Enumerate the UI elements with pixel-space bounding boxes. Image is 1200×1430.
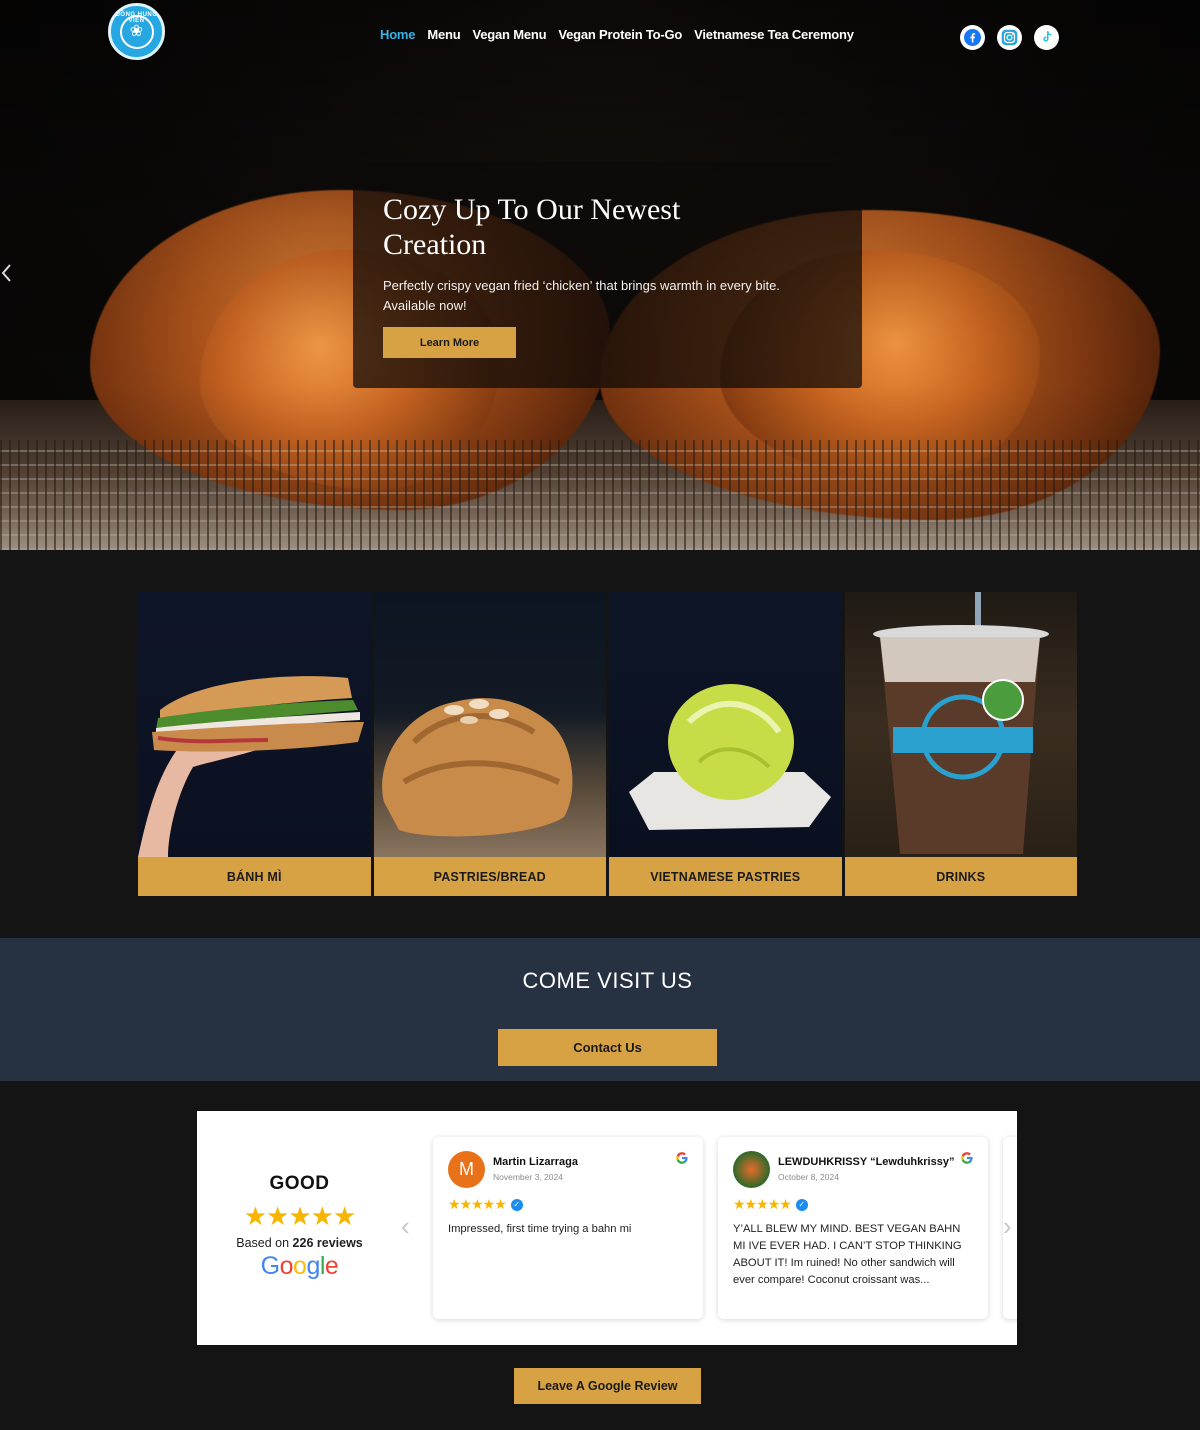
visit-section: COME VISIT US Contact Us [0, 938, 1200, 1081]
brand-logo[interactable]: ĐỒNG HUNG VIÊN ❀ [108, 3, 165, 60]
nav-vegan-menu[interactable]: Vegan Menu [472, 27, 546, 42]
verified-check-icon: ✓ [510, 1198, 523, 1211]
pastry-photo [373, 592, 606, 857]
contact-us-button[interactable]: Contact Us [498, 1029, 717, 1066]
rating-word: GOOD [269, 1173, 330, 1194]
review-stars: ★★★★★ [448, 1196, 507, 1212]
peacock-icon: ❀ [129, 22, 144, 40]
hero-description: Perfectly crispy vegan fried ‘chicken’ t… [383, 278, 780, 313]
drink-photo [844, 592, 1077, 857]
review-count: Based on 226 reviews [197, 1236, 402, 1250]
review-card: LEWDUHKRISSY “Lewduhkrissy” October 8, 2… [718, 1137, 988, 1319]
learn-more-button[interactable]: Learn More [383, 327, 516, 358]
tiktok-icon[interactable] [1034, 25, 1059, 50]
based-on-label: Based on [236, 1236, 290, 1250]
hero-banner: Cozy Up To Our Newest Creation Perfectly… [0, 0, 1200, 550]
slider-prev-icon[interactable] [0, 262, 14, 284]
logo-text: ĐỒNG HUNG VIÊN [115, 12, 158, 24]
category-label: BÁNH MÌ [138, 857, 371, 896]
category-label: VIETNAMESE PASTRIES [609, 857, 842, 896]
rating-stars: ★★★★★ [243, 1201, 357, 1231]
category-grid: BÁNH MÌ PASTRIES/BREAD VIETNAMESE PASTRI… [138, 592, 1077, 896]
google-g-icon [961, 1152, 973, 1164]
review-stars: ★★★★★ [733, 1196, 792, 1212]
category-label: PASTRIES/BREAD [373, 857, 606, 896]
reviews-next-icon[interactable]: › [1003, 1211, 1012, 1242]
category-card-vietnamese-pastries[interactable]: VIETNAMESE PASTRIES [609, 592, 842, 896]
review-text: Impressed, first time trying a bahn mi [448, 1223, 632, 1235]
google-reviews-widget: GOOD ★★★★★ Based on 226 reviews Google ‹… [197, 1111, 1017, 1345]
social-links [960, 25, 1059, 50]
leave-google-review-button[interactable]: Leave A Google Review [514, 1368, 701, 1404]
review-text: Y’ALL BLEW MY MIND. BEST VEGAN BAHN MI I… [733, 1223, 962, 1286]
review-date: October 8, 2024 [778, 1172, 839, 1182]
google-logo: Google [260, 1252, 339, 1280]
instagram-icon[interactable] [997, 25, 1022, 50]
review-count-value: 226 reviews [292, 1236, 363, 1250]
visit-title: COME VISIT US [522, 968, 693, 993]
category-card-banh-mi[interactable]: BÁNH MÌ [138, 592, 371, 896]
hero-card: Cozy Up To Our Newest Creation Perfectly… [353, 162, 862, 388]
top-navigation: ĐỒNG HUNG VIÊN ❀ Home Menu Vegan Menu Ve… [0, 0, 1200, 75]
banh-mi-photo [138, 592, 371, 857]
nav-vietnamese-tea-ceremony[interactable]: Vietnamese Tea Ceremony [694, 27, 854, 42]
google-g-icon [676, 1152, 688, 1164]
nav-menu[interactable]: Menu [427, 27, 460, 42]
nav-home[interactable]: Home [380, 27, 416, 42]
vietnamese-pastry-photo [609, 592, 842, 857]
review-summary: GOOD ★★★★★ Based on 226 reviews Google [197, 1173, 402, 1281]
nav-vegan-protein-to-go[interactable]: Vegan Protein To-Go [558, 27, 682, 42]
reviews-prev-icon[interactable]: ‹ [401, 1211, 410, 1242]
review-date: November 3, 2024 [493, 1172, 563, 1182]
reviewer-name: LEWDUHKRISSY “Lewduhkrissy” [778, 1156, 955, 1168]
category-label: DRINKS [844, 857, 1077, 896]
reviewer-avatar [733, 1151, 770, 1188]
category-card-drinks[interactable]: DRINKS [844, 592, 1077, 896]
main-menu: Home Menu Vegan Menu Vegan Protein To-Go… [380, 27, 854, 42]
review-card: M Martin Lizarraga November 3, 2024 ★★★★… [433, 1137, 703, 1319]
category-card-pastries-bread[interactable]: PASTRIES/BREAD [373, 592, 606, 896]
facebook-icon[interactable] [960, 25, 985, 50]
hero-title: Cozy Up To Our Newest Creation [383, 193, 681, 261]
summary-stars: ★★★★★ [197, 1201, 402, 1232]
verified-check-icon: ✓ [795, 1198, 808, 1211]
reviewer-avatar: M [448, 1151, 485, 1188]
reviewer-name: Martin Lizarraga [493, 1156, 578, 1168]
